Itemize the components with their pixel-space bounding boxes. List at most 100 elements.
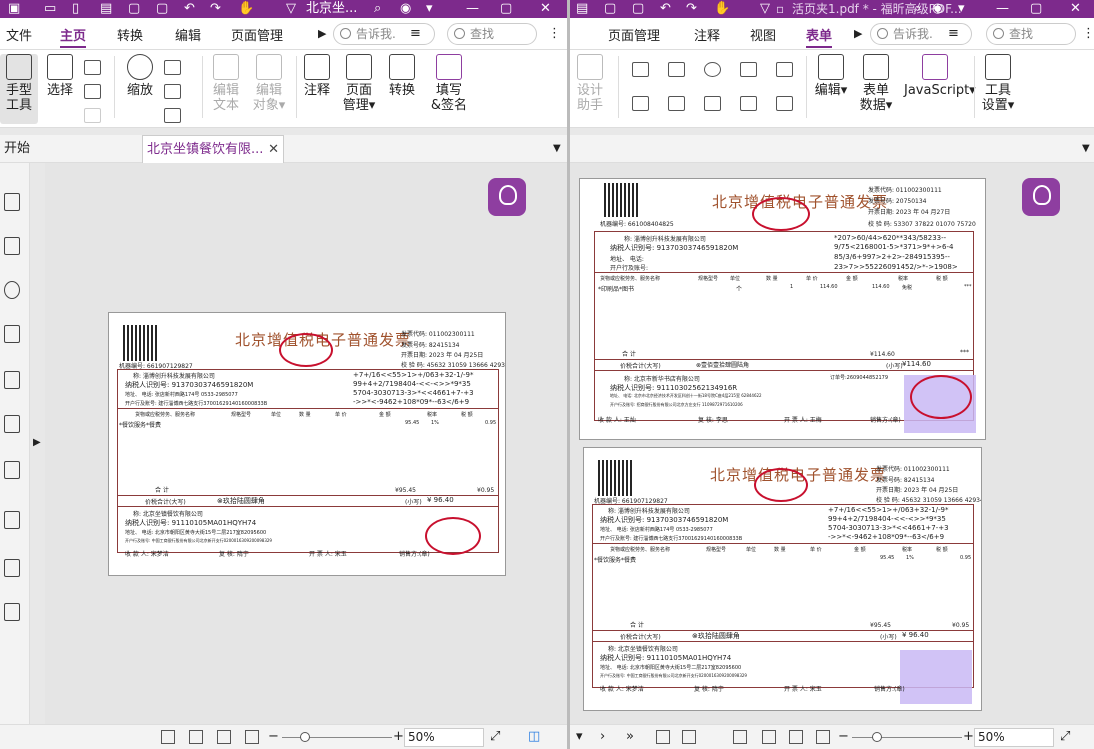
chevron-down-icon[interactable]: ▾ [958, 0, 965, 18]
zoom-slider-handle[interactable] [872, 732, 882, 742]
continuous-page-icon[interactable] [762, 730, 776, 744]
search-options-icon[interactable]: ≡ [410, 25, 421, 43]
menu-view[interactable]: 视图 [750, 25, 776, 44]
image-field-icon[interactable] [776, 62, 793, 77]
sync-icon[interactable]: ◫ [528, 728, 540, 746]
select-button[interactable]: 选择 [42, 54, 78, 98]
new-icon[interactable]: ▢ [604, 0, 616, 18]
print-icon[interactable]: ▤ [100, 0, 112, 18]
expand-panel-icon[interactable]: ▶ [33, 434, 41, 452]
text-field-icon[interactable] [632, 62, 649, 77]
zoom-slider[interactable] [852, 737, 962, 738]
menu-file[interactable]: 文件 [6, 25, 32, 44]
fill-sign-button[interactable]: 填写 &签名 [428, 54, 470, 113]
zoom-select[interactable]: 50% [404, 728, 484, 747]
tags-panel-icon[interactable] [4, 559, 20, 577]
undo-icon[interactable]: ↶ [660, 0, 671, 18]
tab-list-icon[interactable]: ▼ [1082, 140, 1090, 158]
combo-box-icon[interactable] [668, 96, 685, 111]
new-doc-icon[interactable]: ▢ [156, 0, 168, 18]
hand-icon[interactable]: ✋ [714, 0, 730, 18]
snapshot-icon[interactable] [84, 60, 101, 75]
account-icon[interactable]: ◉ [932, 0, 943, 18]
comment-button[interactable]: 注释 [302, 54, 332, 98]
menu-form[interactable]: 表单 [806, 25, 833, 48]
tab-start[interactable]: 开始 [0, 135, 138, 163]
single-page-icon[interactable] [733, 730, 747, 744]
signature-panel-icon[interactable] [4, 461, 20, 479]
signature-field-icon[interactable] [740, 62, 757, 77]
maximize-icon[interactable]: ▢ [500, 0, 512, 18]
zoom-in-icon[interactable]: + [393, 728, 404, 746]
layers-panel-icon[interactable] [4, 325, 20, 343]
reflow-icon[interactable] [164, 108, 181, 123]
menu-convert[interactable]: 转换 [117, 25, 143, 44]
rotate-icon[interactable] [164, 84, 181, 99]
comments-panel-icon[interactable] [4, 281, 20, 299]
content-panel-icon[interactable] [4, 511, 20, 529]
close-icon[interactable]: ✕ [1070, 0, 1081, 18]
attachments-panel-icon[interactable] [4, 371, 20, 389]
zoom-slider[interactable] [282, 737, 392, 738]
assistant-bulb-icon[interactable] [1022, 178, 1060, 216]
pages-panel-icon[interactable] [4, 237, 20, 255]
open-icon[interactable]: ▭ [44, 0, 56, 18]
single-page-icon[interactable] [161, 730, 175, 744]
continuous-facing-icon[interactable] [245, 730, 259, 744]
zoom-slider-handle[interactable] [300, 732, 310, 742]
convert-button[interactable]: 转换 [386, 54, 418, 98]
compare-panel-icon[interactable] [4, 603, 20, 621]
menu-comment[interactable]: 注释 [694, 25, 720, 44]
tool-settings-button[interactable]: 工具 设置▾ [978, 54, 1018, 113]
fit-width-icon[interactable]: ⤢ [1060, 728, 1070, 746]
find-input[interactable]: 查找 [447, 23, 537, 45]
form-data-button[interactable]: 表单 数据▾ [854, 54, 898, 113]
zoom-select[interactable]: 50% [974, 728, 1054, 747]
assistant-bulb-icon[interactable] [488, 178, 526, 216]
radio-button-icon[interactable] [704, 62, 721, 77]
design-assistant-button[interactable]: 设计 助手 [572, 54, 608, 113]
prev-page-icon[interactable]: ▾ [576, 728, 583, 746]
zoom-out-icon[interactable]: − [838, 728, 849, 746]
chevron-down-icon[interactable]: ▾ [426, 0, 433, 18]
redo-icon[interactable]: ↷ [210, 0, 221, 18]
account-icon[interactable]: ◉ [400, 0, 411, 18]
continuous-facing-icon[interactable] [816, 730, 830, 744]
checkbox-icon[interactable] [668, 62, 685, 77]
menu-page-manage[interactable]: 页面管理 [231, 25, 283, 44]
find-input[interactable]: 查找 [986, 23, 1076, 45]
tab-list-icon[interactable]: ▼ [553, 140, 561, 158]
edit-object-button[interactable]: 编辑 对象▾ [248, 54, 290, 113]
undo-icon[interactable]: ↶ [184, 0, 195, 18]
save-icon[interactable]: ▯ [72, 0, 79, 18]
menu-page-manage[interactable]: 页面管理 [608, 25, 660, 44]
minimize-icon[interactable]: — [466, 0, 479, 18]
date-field-icon[interactable] [740, 96, 757, 111]
search-options-icon[interactable]: ≡ [948, 25, 959, 43]
edit-text-button[interactable]: 编辑 文本 [208, 54, 244, 113]
list-box-icon[interactable] [632, 96, 649, 111]
form-field-highlight[interactable] [900, 650, 972, 704]
clipboard-icon[interactable] [84, 84, 101, 99]
search-icon[interactable]: ⌕ [914, 0, 921, 18]
copy-page-icon[interactable] [656, 730, 670, 744]
facing-page-icon[interactable] [789, 730, 803, 744]
maximize-icon[interactable]: ▢ [1030, 0, 1042, 18]
facing-page-icon[interactable] [217, 730, 231, 744]
button-field-icon[interactable] [704, 96, 721, 111]
redo-icon[interactable]: ↷ [686, 0, 697, 18]
new-doc-icon[interactable]: ▢ [632, 0, 644, 18]
search-icon[interactable]: ⌕ [374, 0, 381, 18]
fit-width-icon[interactable]: ⤢ [490, 728, 500, 746]
close-icon[interactable]: ✕ [540, 0, 551, 18]
barcode-field-icon[interactable] [776, 96, 793, 111]
hand-icon[interactable]: ✋ [238, 0, 254, 18]
menu-more-icon[interactable]: ▶ [318, 25, 326, 43]
javascript-button[interactable]: JavaScript▾ [904, 54, 976, 98]
zoom-out-icon[interactable]: − [268, 728, 279, 746]
close-tab-icon[interactable]: ✕ [268, 136, 279, 164]
form-edit-button[interactable]: 编辑▾ [814, 54, 848, 98]
zoom-button[interactable]: 缩放 [122, 54, 158, 98]
menu-home[interactable]: 主页 [60, 25, 87, 48]
tab-document[interactable]: 北京坐镇餐饮有限... ✕ [142, 135, 284, 163]
